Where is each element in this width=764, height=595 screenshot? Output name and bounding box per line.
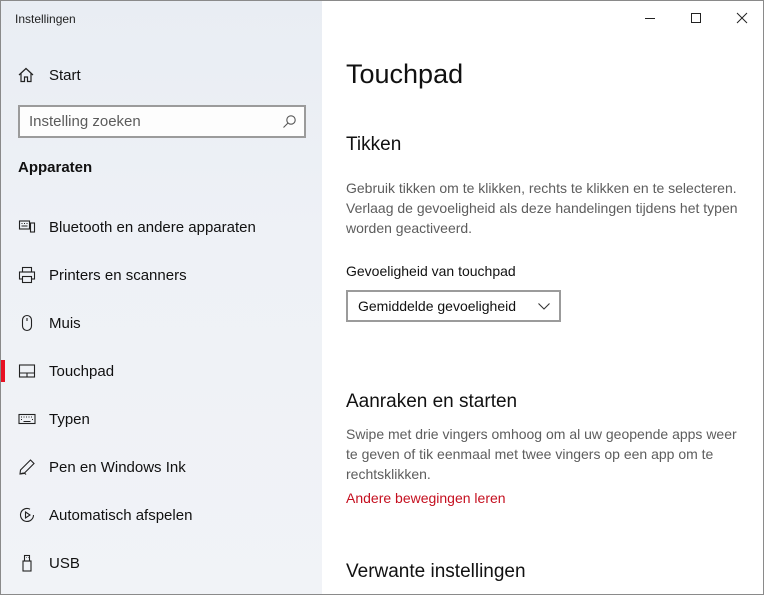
tikken-description: Gebruik tikken om te klikken, rechts te … [346,180,738,236]
minimize-button[interactable] [627,1,673,35]
sidebar-item-label: Muis [49,314,81,332]
keyboard-icon [18,413,36,425]
sidebar: Instellingen Start Apparaten [1,1,322,594]
page-title: Touchpad [346,59,464,89]
pen-icon [19,459,35,475]
start-nav-item[interactable]: Start [17,63,81,87]
printer-icon [18,266,36,284]
main-content: Touchpad Tikken Gebruik tikken om te kli… [322,1,763,594]
autoplay-icon [19,507,35,523]
close-button[interactable] [719,1,763,35]
sidebar-item-pen[interactable]: Pen en Windows Ink [1,443,322,491]
sensitivity-value: Gemiddelde gevoeligheid [358,298,516,314]
tikken-heading: Tikken [346,134,402,155]
sidebar-item-label: USB [49,554,80,572]
aanraken-heading: Aanraken en starten [346,391,518,412]
chevron-down-icon [538,303,550,310]
search-icon[interactable] [282,114,297,129]
sidebar-item-label: Typen [49,410,90,428]
section-heading: Apparaten [18,159,93,176]
sidebar-item-autoplay[interactable]: Automatisch afspelen [1,491,322,539]
search-box[interactable] [18,105,306,138]
app-title: Instellingen [15,12,76,26]
sidebar-item-mouse[interactable]: Muis [1,299,322,347]
start-label: Start [49,66,81,84]
home-icon [18,67,34,83]
sidebar-item-typing[interactable]: Typen [1,395,322,443]
touchpad-icon [18,364,36,378]
sidebar-item-label: Touchpad [49,362,115,380]
window-controls [627,1,763,35]
bluetooth-devices-icon [18,220,36,233]
minimize-icon [645,18,655,19]
sidebar-item-bluetooth[interactable]: Bluetooth en andere apparaten [1,203,322,251]
sidebar-item-label: Automatisch afspelen [49,506,193,524]
sidebar-item-touchpad[interactable]: Touchpad [1,347,322,395]
search-input[interactable] [29,113,269,130]
sidebar-item-label: Bluetooth en andere apparaten [49,218,256,236]
sidebar-item-label: Pen en Windows Ink [49,458,186,476]
sensitivity-label: Gevoeligheid van touchpad [346,263,516,279]
sensitivity-dropdown[interactable]: Gemiddelde gevoeligheid [346,290,561,322]
sidebar-item-label: Printers en scanners [49,266,187,284]
sidebar-nav: Bluetooth en andere apparaten Printers e… [1,203,322,587]
maximize-button[interactable] [673,1,719,35]
settings-window: Instellingen Start Apparaten [0,0,764,595]
close-icon [736,12,748,24]
maximize-icon [691,13,701,23]
mouse-icon [21,314,33,332]
usb-icon [22,554,32,572]
sidebar-item-printers[interactable]: Printers en scanners [1,251,322,299]
related-settings-heading: Verwante instellingen [346,561,526,582]
sidebar-item-usb[interactable]: USB [1,539,322,587]
more-gestures-link[interactable]: Andere bewegingen leren [346,490,506,506]
aanraken-description: Swipe met drie vingers omhoog om al uw g… [346,426,737,482]
